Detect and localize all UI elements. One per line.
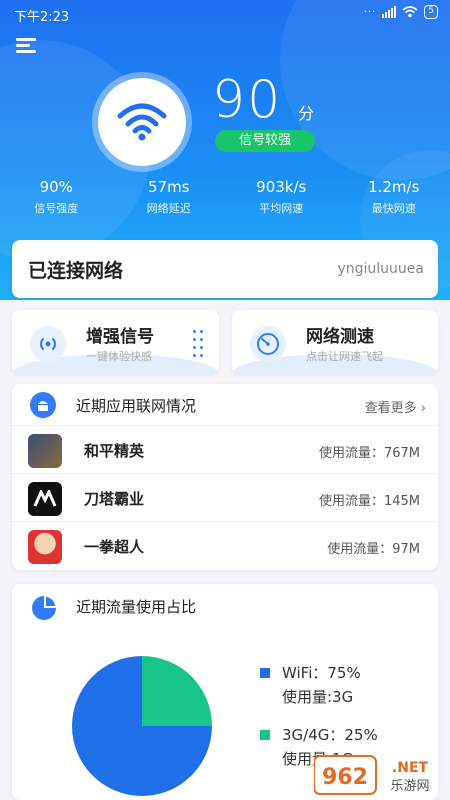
score-value: 90 xyxy=(212,70,283,130)
app-name: 一拳超人 xyxy=(84,538,145,556)
game-icon xyxy=(28,530,62,564)
connected-network-card[interactable]: 已连接网络 yngiuluuuea xyxy=(12,240,438,298)
stat-value: 1.2m/s xyxy=(368,178,420,196)
boost-title: 增强信号 xyxy=(86,327,154,347)
battery-icon: 5 xyxy=(424,5,438,19)
pie-slice-mobile xyxy=(142,656,212,726)
speed-test-button[interactable]: 网络测速 点击让网速飞起 xyxy=(232,310,438,374)
app-row[interactable]: 和平精英 使用流量：767M xyxy=(12,426,438,474)
svg-text:乐游网: 乐游网 xyxy=(390,779,429,794)
status-time: 下午2:23 xyxy=(14,10,70,25)
stat-value: 90% xyxy=(39,178,73,196)
speedtest-subtitle: 点击让网速飞起 xyxy=(306,350,383,363)
cell-signal-icon xyxy=(382,6,397,18)
app-usage: 使用流量：767M xyxy=(318,446,420,461)
network-ssid: yngiuluuuea xyxy=(337,261,424,277)
legend-usage: 使用量:3G xyxy=(282,688,354,706)
network-stats: 90% 信号强度 57ms 网络延迟 903k/s 平均网速 1.2m/s 最快… xyxy=(0,178,450,216)
view-more-link[interactable]: 查看更多 › xyxy=(365,397,426,416)
stat-label: 最快网速 xyxy=(371,202,416,215)
stat-value: 903k/s xyxy=(256,178,307,196)
stat-latency: 57ms 网络延迟 xyxy=(113,178,226,216)
chevron-right-icon: › xyxy=(420,401,426,416)
traffic-section-title: 近期流量使用占比 xyxy=(76,598,197,616)
app-row[interactable]: 刀塔霸业 使用流量：145M xyxy=(12,474,438,522)
app-name: 刀塔霸业 xyxy=(84,490,145,508)
stat-avg-speed: 903k/s 平均网速 xyxy=(225,178,338,216)
stat-value: 57ms xyxy=(147,178,190,196)
app-name: 和平精英 xyxy=(84,442,145,460)
speedometer-icon xyxy=(250,326,286,362)
svg-text:962: 962 xyxy=(322,765,368,790)
boost-subtitle: 一键体验快感 xyxy=(86,350,152,363)
legend-label: WiFi：75% xyxy=(282,664,361,682)
view-more-label: 查看更多 xyxy=(364,401,417,416)
score-display: 90 分 xyxy=(212,70,314,130)
site-watermark-logo: 962 .NET 乐游网 xyxy=(313,754,446,796)
connected-title: 已连接网络 xyxy=(28,260,124,282)
boost-signal-button[interactable]: 增强信号 一键体验快感 xyxy=(12,310,219,374)
stat-label: 网络延迟 xyxy=(146,202,191,215)
app-row[interactable]: 一拳超人 使用流量：97M xyxy=(12,522,438,570)
stat-label: 平均网速 xyxy=(259,202,304,215)
app-usage: 使用流量：145M xyxy=(318,494,420,509)
signal-status-badge: 信号较强 xyxy=(215,130,315,152)
android-icon xyxy=(30,392,56,418)
apps-section-header: 近期应用联网情况 查看更多 › xyxy=(12,384,438,426)
stat-label: 信号强度 xyxy=(34,202,79,215)
apps-section-title: 近期应用联网情况 xyxy=(76,397,197,415)
game-icon xyxy=(28,482,62,516)
wifi-signal-icon xyxy=(98,78,186,166)
stat-max-speed: 1.2m/s 最快网速 xyxy=(338,178,450,216)
legend-swatch xyxy=(260,668,270,678)
notification-dots-icon: ··· xyxy=(363,6,377,18)
stat-signal-strength: 90% 信号强度 xyxy=(0,178,113,216)
app-usage: 使用流量：97M xyxy=(327,542,420,557)
menu-icon[interactable] xyxy=(16,38,36,54)
speedtest-title: 网络测速 xyxy=(306,327,374,347)
pie-chart-icon xyxy=(32,596,56,620)
legend-label: 3G/4G：25% xyxy=(282,726,378,744)
score-unit: 分 xyxy=(298,104,315,123)
traffic-pie-chart xyxy=(72,656,212,796)
signal-boost-icon xyxy=(30,326,66,362)
legend-swatch xyxy=(260,730,270,740)
game-icon xyxy=(28,434,62,468)
recent-apps-card: 近期应用联网情况 查看更多 › 和平精英 使用流量：767M 刀塔霸业 使用流量… xyxy=(12,384,438,570)
wifi-status-icon xyxy=(402,6,418,18)
status-bar: 下午2:23 ··· 5 xyxy=(0,0,450,28)
drag-handle-icon[interactable] xyxy=(192,330,206,366)
svg-text:.NET: .NET xyxy=(392,760,429,776)
